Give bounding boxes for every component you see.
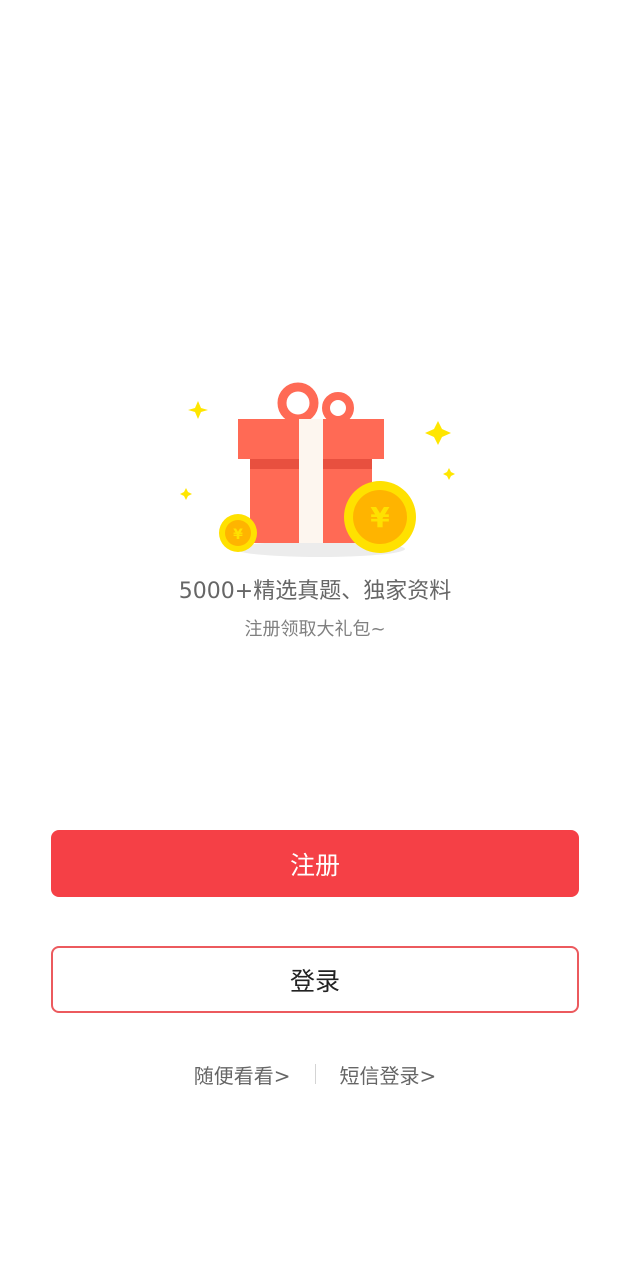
small-coin-symbol: ¥ [233,527,243,543]
gift-icon: ¥ ¥ [180,382,455,557]
promo-headline: 5000+精选真题、独家资料 [178,579,452,604]
coin-symbol: ¥ [370,501,390,534]
bottom-links: 随便看看> 短信登录> [0,1058,630,1090]
gift-illustration: ¥ ¥ [170,375,470,565]
sms-login-link[interactable]: 短信登录> [336,1060,441,1089]
promo-subline: 注册领取大礼包~ [244,619,386,640]
divider [314,1064,316,1084]
browse-link[interactable]: 随便看看> [190,1060,295,1089]
register-button[interactable]: 注册 [51,830,579,897]
login-button[interactable]: 登录 [51,946,579,1013]
